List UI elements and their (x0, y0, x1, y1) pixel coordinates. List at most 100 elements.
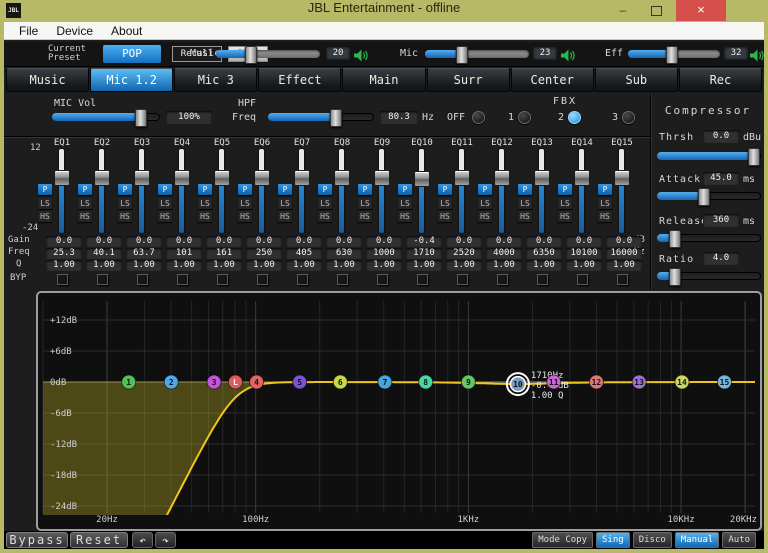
close-button[interactable]: × (676, 0, 726, 21)
eq-point-11[interactable]: 11 (547, 375, 561, 389)
eq3-gain-slider[interactable] (139, 149, 144, 233)
eq11-gain-slider[interactable] (459, 149, 464, 233)
eq12-filter-hs[interactable]: HS (478, 211, 492, 222)
mic-vol-thumb[interactable] (135, 109, 147, 127)
eq-point-10[interactable]: 10 (507, 373, 529, 395)
eq-point-5[interactable]: 5 (293, 375, 307, 389)
eq10-filter-p[interactable]: P (398, 184, 412, 195)
eq13-filter-hs[interactable]: HS (518, 211, 532, 222)
eq5-filter-ls[interactable]: LS (198, 198, 212, 209)
tab-effect[interactable]: Effect (258, 68, 341, 92)
mode-sing[interactable]: Sing (596, 532, 630, 548)
mic-vol-slider[interactable] (52, 113, 160, 121)
eq2-gain-thumb[interactable] (94, 170, 110, 186)
bypass-button[interactable]: Bypass (6, 532, 68, 548)
release-thumb[interactable] (669, 230, 681, 248)
eq9-gain-thumb[interactable] (374, 170, 390, 186)
eq2-gain-slider[interactable] (99, 149, 104, 233)
eq8-filter-hs[interactable]: HS (318, 211, 332, 222)
eq-point-9[interactable]: 9 (461, 375, 475, 389)
music-slider[interactable] (216, 50, 320, 58)
eq15-gain-slider[interactable] (619, 149, 624, 233)
eq6-gain-slider[interactable] (259, 149, 264, 233)
eq13-gain-slider[interactable] (539, 149, 544, 233)
eq6-filter-ls[interactable]: LS (238, 198, 252, 209)
eq14-bypass-checkbox[interactable] (577, 274, 588, 285)
hpf-freq-thumb[interactable] (330, 109, 342, 127)
eq9-gain-slider[interactable] (379, 149, 384, 233)
reset-button[interactable]: Reset (70, 532, 128, 548)
eq-point-14[interactable]: 14 (675, 375, 689, 389)
ratio-slider[interactable] (657, 272, 761, 280)
eq13-filter-p[interactable]: P (518, 184, 532, 195)
eq14-filter-ls[interactable]: LS (558, 198, 572, 209)
menu-item-device[interactable]: Device (47, 24, 102, 38)
eq2-filter-ls[interactable]: LS (78, 198, 92, 209)
minimize-button[interactable]: – (608, 0, 638, 21)
mode-manual[interactable]: Manual (675, 532, 720, 548)
eq5-gain-slider[interactable] (219, 149, 224, 233)
eq2-bypass-checkbox[interactable] (97, 274, 108, 285)
eq-point-L[interactable]: L (228, 375, 242, 389)
thrsh-thumb[interactable] (748, 148, 760, 166)
maximize-button[interactable] (641, 0, 671, 21)
eq10-bypass-checkbox[interactable] (417, 274, 428, 285)
eq12-filter-ls[interactable]: LS (478, 198, 492, 209)
tab-music[interactable]: Music (6, 68, 89, 92)
eq8-bypass-checkbox[interactable] (337, 274, 348, 285)
eq6-gain-thumb[interactable] (254, 170, 270, 186)
tab-mic-1-2[interactable]: Mic 1.2 (90, 68, 173, 92)
eq7-gain-slider[interactable] (299, 149, 304, 233)
hpf-freq-slider[interactable] (268, 113, 374, 121)
eq-point-2[interactable]: 2 (164, 375, 178, 389)
tab-rec[interactable]: Rec (679, 68, 762, 92)
eq15-filter-ls[interactable]: LS (598, 198, 612, 209)
undo-button[interactable]: ↶ (132, 532, 153, 548)
eq11-filter-hs[interactable]: HS (438, 211, 452, 222)
eq15-filter-p[interactable]: P (598, 184, 612, 195)
eq1-bypass-checkbox[interactable] (57, 274, 68, 285)
eq9-bypass-checkbox[interactable] (377, 274, 388, 285)
eq2-filter-p[interactable]: P (78, 184, 92, 195)
eq4-filter-hs[interactable]: HS (158, 211, 172, 222)
eq5-filter-p[interactable]: P (198, 184, 212, 195)
eq12-filter-p[interactable]: P (478, 184, 492, 195)
eq14-filter-p[interactable]: P (558, 184, 572, 195)
eq-point-6[interactable]: 6 (333, 375, 347, 389)
eq-point-4[interactable]: 4 (250, 375, 264, 389)
eff-thumb[interactable] (666, 46, 678, 64)
eq5-filter-hs[interactable]: HS (198, 211, 212, 222)
eq14-gain-thumb[interactable] (574, 170, 590, 186)
eq13-filter-ls[interactable]: LS (518, 198, 532, 209)
eq-point-8[interactable]: 8 (419, 375, 433, 389)
eq5-bypass-checkbox[interactable] (217, 274, 228, 285)
release-slider[interactable] (657, 234, 761, 242)
mic-slider[interactable] (425, 50, 529, 58)
eq15-gain-thumb[interactable] (614, 170, 630, 186)
eq10-gain-thumb[interactable] (414, 171, 430, 187)
eq4-gain-slider[interactable] (179, 149, 184, 233)
eff-speaker-icon[interactable] (750, 47, 765, 66)
eq11-gain-thumb[interactable] (454, 170, 470, 186)
eq13-gain-thumb[interactable] (534, 170, 550, 186)
mode-disco[interactable]: Disco (633, 532, 672, 548)
ratio-thumb[interactable] (669, 268, 681, 286)
eq4-bypass-checkbox[interactable] (177, 274, 188, 285)
eq4-filter-ls[interactable]: LS (158, 198, 172, 209)
music-speaker-icon[interactable] (354, 47, 369, 66)
eq6-bypass-checkbox[interactable] (257, 274, 268, 285)
eq11-bypass-checkbox[interactable] (457, 274, 468, 285)
eq11-filter-ls[interactable]: LS (438, 198, 452, 209)
eq3-filter-hs[interactable]: HS (118, 211, 132, 222)
attack-slider[interactable] (657, 192, 761, 200)
eq3-filter-p[interactable]: P (118, 184, 132, 195)
eq12-bypass-checkbox[interactable] (497, 274, 508, 285)
eq8-filter-p[interactable]: P (318, 184, 332, 195)
eq10-filter-ls[interactable]: LS (398, 198, 412, 209)
fbx-radio-3[interactable] (622, 111, 635, 124)
eq2-filter-hs[interactable]: HS (78, 211, 92, 222)
thrsh-slider[interactable] (657, 152, 761, 160)
eq-response-graph[interactable]: +12dB+6dB0dB-6dB-12dB-18dB-24dB20Hz100Hz… (36, 291, 762, 531)
eq-point-7[interactable]: 7 (378, 375, 392, 389)
tab-center[interactable]: Center (511, 68, 594, 92)
